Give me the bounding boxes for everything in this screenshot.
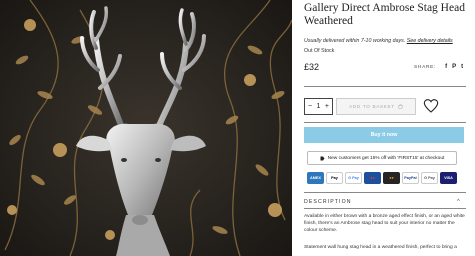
description-paragraph: Available in either brown with a bronze … (304, 214, 465, 233)
gpay-icon: G Pay (421, 172, 438, 184)
pinterest-icon[interactable]: P (452, 64, 456, 71)
product-price: £32 (304, 62, 320, 72)
quantity-increase-button[interactable]: + (325, 99, 329, 114)
amex-icon: AMEX (307, 172, 324, 184)
payment-methods: AMEX Pay G Pay ●● ●● PayPal G Pay VISA (307, 172, 457, 184)
stag-head-photo (0, 0, 292, 256)
buy-now-button[interactable]: Buy it now (304, 127, 464, 143)
product-title: Gallery Direct Ambrose Stag Head Weather… (304, 2, 465, 27)
quantity-stepper[interactable]: − 1 + (304, 98, 333, 115)
mastercard-icon: ●● (383, 172, 400, 184)
paypal-icon: PayPal (402, 172, 419, 184)
delivery-details-link[interactable]: See delivery details (407, 38, 453, 44)
product-info-panel: Gallery Direct Ambrose Stag Head Weather… (304, 0, 466, 256)
chevron-up-icon[interactable]: ^ (457, 199, 460, 205)
divider (304, 192, 466, 193)
delivery-text: Usually delivered within 7-10 working da… (304, 38, 406, 44)
maestro-icon: ●● (364, 172, 381, 184)
google-pay-icon: G Pay (345, 172, 362, 184)
divider (304, 122, 466, 123)
stock-status: Out Of Stock (304, 48, 335, 54)
twitter-icon[interactable]: t (461, 64, 463, 71)
apple-pay-icon: Pay (326, 172, 343, 184)
share-label: SHARE: (414, 65, 437, 70)
product-image (0, 0, 292, 256)
description-heading[interactable]: DESCRIPTION (304, 199, 352, 205)
description-paragraph: Statement wall hung stag head in a weath… (304, 245, 457, 250)
promo-text: New customers get 15% off with 'FIRST15'… (327, 155, 445, 161)
basket-icon (398, 104, 403, 109)
visa-icon: VISA (440, 172, 457, 184)
divider (304, 208, 466, 209)
quantity-value[interactable]: 1 (317, 99, 321, 114)
tag-icon (320, 156, 325, 160)
divider (304, 86, 466, 87)
promo-banner: New customers get 15% off with 'FIRST15'… (307, 151, 457, 165)
add-to-basket-button[interactable]: ADD TO BASKET (336, 98, 416, 115)
quantity-decrease-button[interactable]: − (308, 99, 312, 114)
wishlist-heart-icon[interactable] (423, 98, 439, 114)
share-bar: SHARE: f P t (414, 64, 463, 71)
facebook-icon[interactable]: f (445, 64, 447, 71)
add-to-basket-label: ADD TO BASKET (349, 104, 395, 109)
delivery-info: Usually delivered within 7-10 working da… (304, 38, 453, 44)
